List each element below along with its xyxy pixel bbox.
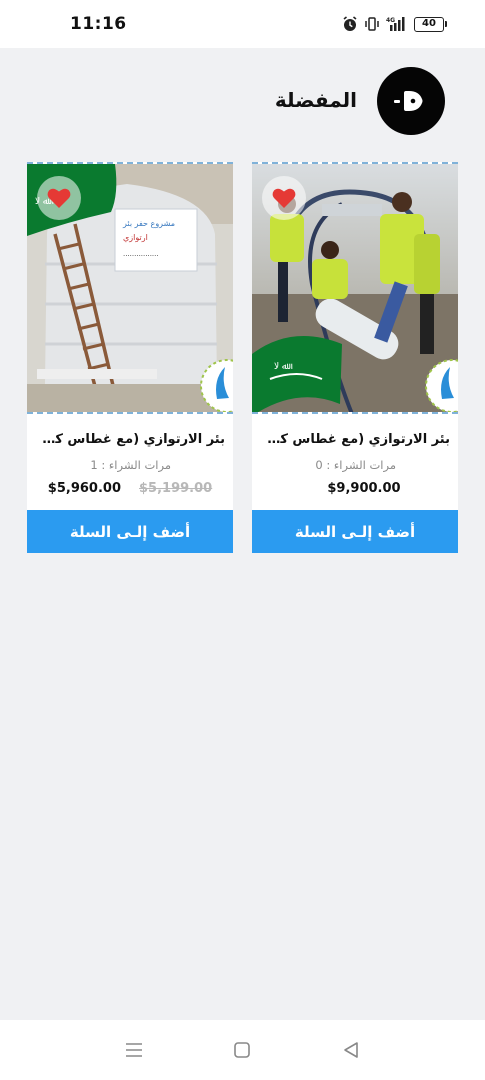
battery-level: 40 (414, 16, 444, 32)
alarm-icon (342, 16, 358, 32)
favorite-button[interactable] (37, 176, 81, 220)
favorite-button[interactable] (262, 176, 306, 220)
svg-text:................: ................ (123, 250, 159, 258)
system-nav-bar (0, 1020, 485, 1080)
vibrate-icon (364, 16, 380, 32)
purchase-count: مرات الشراء : 0 (315, 458, 396, 472)
product-card[interactable]: ﷲ ﻻ بئر الارتوازي (مع غطاس كهربا... مرات… (252, 162, 458, 510)
status-icons: 4G 40 (342, 16, 447, 32)
add-to-cart-button[interactable]: أضف إلـى السلة (27, 510, 233, 553)
current-price: $5,960.00 (47, 481, 121, 496)
current-price: $9,900.00 (327, 481, 401, 496)
add-to-cart-button[interactable]: أضف إلـى السلة (252, 510, 458, 553)
play-logo-icon[interactable] (377, 67, 445, 135)
signal-icon: 4G (386, 16, 408, 32)
product-title[interactable]: بئر الارتوازي (مع غطاس كهربا... (260, 432, 450, 447)
status-bar: 11:16 4G 40 (0, 0, 485, 48)
svg-text:مشروع حفر بئر: مشروع حفر بئر (122, 219, 175, 228)
product-image[interactable]: مشروع حفر بئر ارتوازي ................ ﷲ… (27, 162, 233, 414)
old-price: $5,199.00 (139, 481, 213, 496)
status-time: 11:16 (70, 14, 127, 34)
product-image[interactable]: ﷲ ﻻ (252, 162, 458, 414)
product-title[interactable]: بئر الارتوازي (مع غطاس كهربا... (35, 432, 225, 447)
product-card[interactable]: مشروع حفر بئر ارتوازي ................ ﷲ… (27, 162, 233, 510)
menu-icon[interactable] (124, 1041, 144, 1059)
page-title: المفضلة (274, 88, 357, 112)
heart-icon (272, 188, 296, 208)
home-square-icon[interactable] (232, 1040, 252, 1060)
purchase-count: مرات الشراء : 1 (90, 458, 171, 472)
heart-icon (47, 188, 71, 208)
back-triangle-icon[interactable] (341, 1040, 361, 1060)
price-row: $5,960.00 $5,199.00 (27, 481, 233, 496)
battery-icon: 40 (414, 16, 447, 32)
svg-text:ارتوازي: ارتوازي (123, 233, 148, 242)
price-row: $9,900.00 (252, 481, 458, 496)
svg-text:4G: 4G (386, 17, 395, 24)
